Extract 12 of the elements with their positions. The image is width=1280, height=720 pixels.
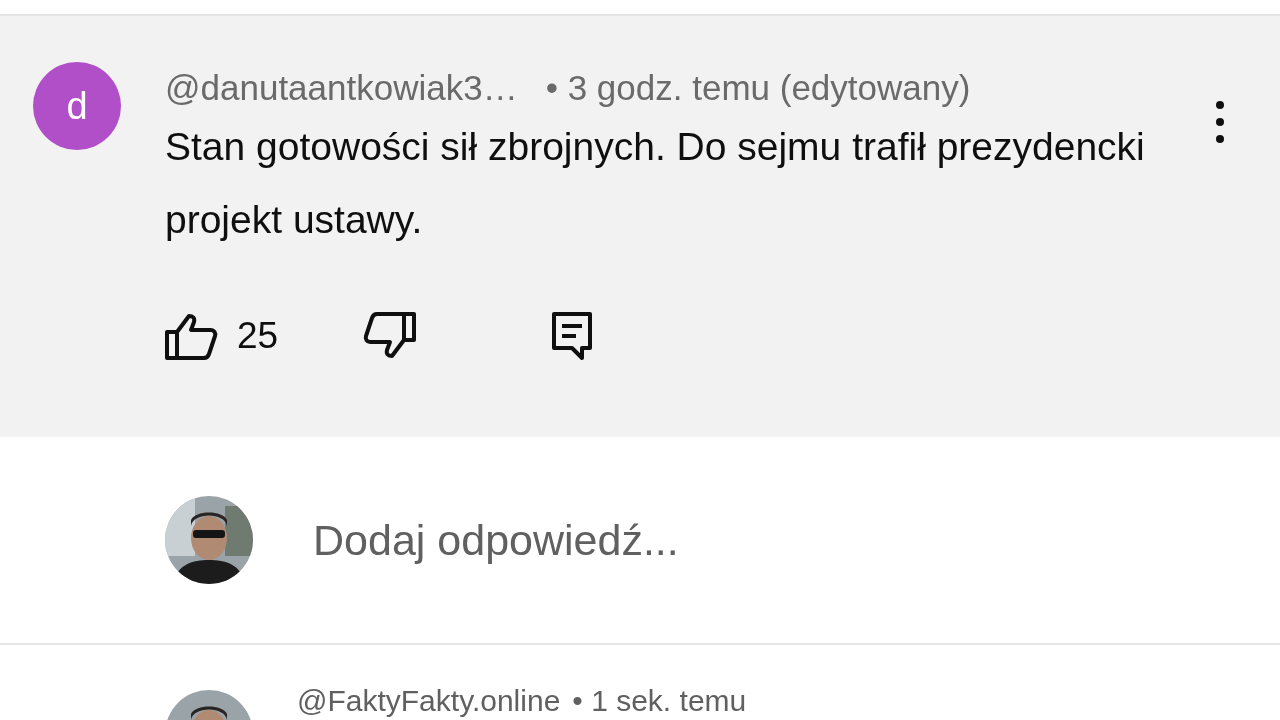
author-name[interactable]: @danutaantkowiak3… <box>165 68 518 108</box>
reply-field[interactable]: Dodaj odpowiedź... <box>313 515 1113 565</box>
like-count: 25 <box>237 315 279 357</box>
comment-time: • 1 sek. temu <box>572 684 747 718</box>
comment-text: Stan gotowości sił zbrojnych. Do sejmu trafił prezydencki projekt ustawy. <box>165 124 1146 243</box>
reply-icon[interactable] <box>552 312 593 360</box>
author-name[interactable]: @FaktyFakty.online <box>297 684 561 718</box>
thumbs-down-icon[interactable] <box>362 312 417 360</box>
avatar[interactable]: d <box>33 62 121 150</box>
more-menu-icon[interactable] <box>1215 100 1225 144</box>
comment-time: • 3 godz. temu (edytowany) <box>545 68 971 108</box>
thumbs-up-icon[interactable] <box>165 312 219 360</box>
